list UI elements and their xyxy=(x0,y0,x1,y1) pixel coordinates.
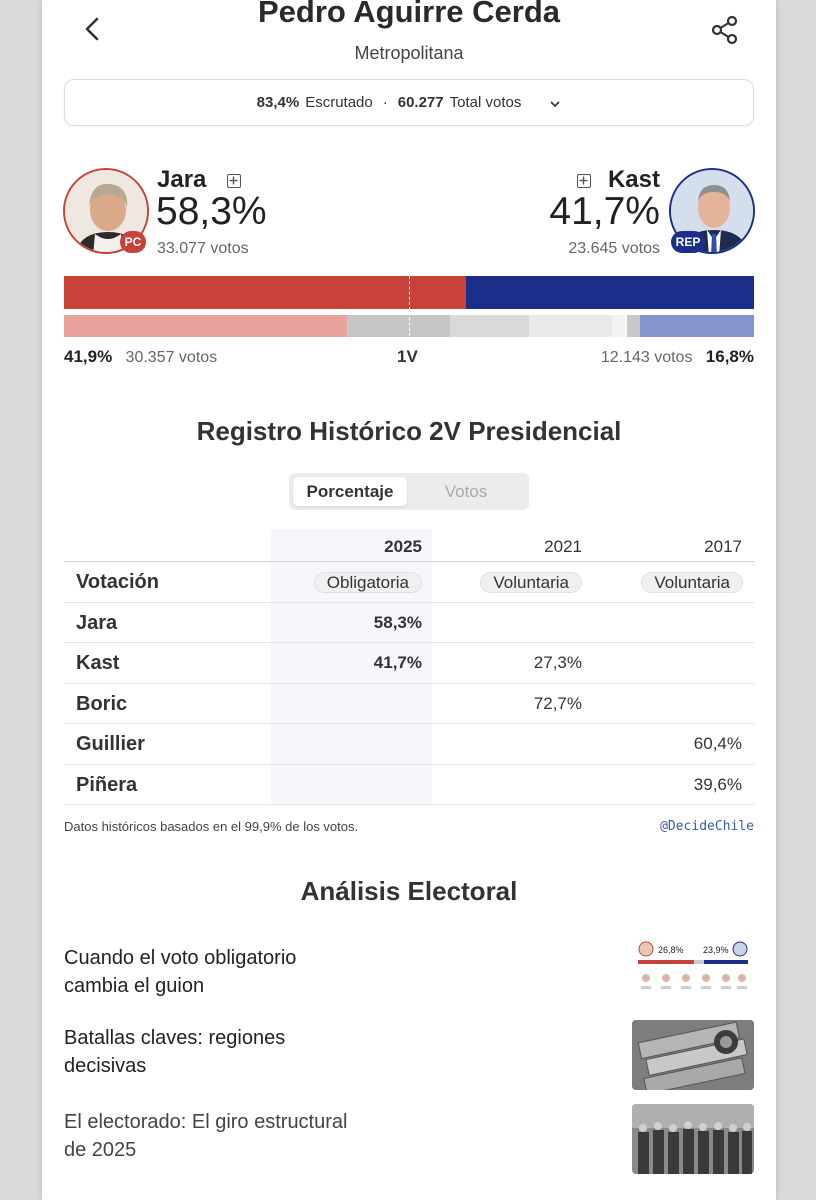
table-row: Guillier 60,4% xyxy=(64,724,754,765)
table-cell: 41,7% xyxy=(373,653,422,672)
table-row-votacion: Votación Obligatoria Voluntaria Voluntar… xyxy=(64,562,754,603)
year-header: 2017 xyxy=(704,537,742,556)
page-subtitle: Metropolitana xyxy=(354,43,464,63)
first-round-left-votes: 30.357 votos xyxy=(125,349,218,366)
first-round-left: 41,9% 30.357 votos xyxy=(64,347,217,367)
row-label: Piñera xyxy=(76,773,138,796)
table-row: Kast 41,7% 27,3% xyxy=(64,643,754,684)
page: Pedro Aguirre Cerda Metropolitana 83,4% … xyxy=(42,0,776,1200)
table-cell: 39,6% xyxy=(693,774,742,794)
expand-plus-icon[interactable] xyxy=(227,174,241,188)
table-cell: 27,3% xyxy=(533,653,582,672)
first-round-segment xyxy=(347,315,451,337)
second-round-bar-right xyxy=(466,276,754,309)
table-row: Piñera 39,6% xyxy=(64,765,754,805)
first-round-segment xyxy=(64,315,348,337)
row-label: Boric xyxy=(76,692,128,715)
table-cell: 60,4% xyxy=(693,734,742,753)
first-round-right-pct: 16,8% xyxy=(705,347,754,366)
year-header: 2025 xyxy=(384,537,422,556)
table-cell: 72,7% xyxy=(533,693,582,713)
candidate-left-votes: 33.077 votos xyxy=(157,240,249,257)
analysis-title: Análisis Electoral xyxy=(300,876,518,906)
scrutinized-label: Escrutado xyxy=(305,94,373,111)
table-header-row: 2025 2021 2017 xyxy=(64,529,754,562)
year-header: 2021 xyxy=(544,537,582,556)
history-footnote: Datos históricos basados en el 99,9% de … xyxy=(64,819,359,834)
first-round-segment xyxy=(640,315,754,337)
row-label: Guillier xyxy=(76,733,145,755)
vote-type-pill: Voluntaria xyxy=(641,572,743,593)
candidate-left-percent: 58,3% xyxy=(156,190,267,233)
party-badge-rep: REP xyxy=(671,231,705,253)
article-title[interactable]: Batallas claves: regiones decisivas xyxy=(64,1024,364,1080)
row-label: Jara xyxy=(76,611,118,634)
candidate-right-votes: 23.645 votos xyxy=(568,240,660,257)
toggle-votes[interactable]: Votos xyxy=(413,477,519,506)
first-round-segment xyxy=(529,315,612,337)
party-badge-pc: PC xyxy=(120,231,146,253)
count-summary-dropdown[interactable]: 83,4% Escrutado · 60.277 Total votos xyxy=(64,79,754,126)
summary-separator: · xyxy=(382,94,388,111)
chevron-down-icon xyxy=(549,97,561,109)
first-round-right: 12.143 votos 16,8% xyxy=(601,347,754,367)
thumb-right-pct: 23,9% xyxy=(703,945,729,955)
second-round-bar-left xyxy=(64,276,467,309)
thumb-left-pct: 26,8% xyxy=(658,945,684,955)
article-item[interactable]: El electorado: El giro estructural de 20… xyxy=(64,1104,754,1174)
banknotes-thumbnail[interactable] xyxy=(632,1020,754,1090)
results-chart-thumbnail[interactable]: 26,8% 23,9% xyxy=(632,940,754,1010)
view-toggle: Porcentaje Votos xyxy=(289,473,529,510)
expand-plus-icon[interactable] xyxy=(577,174,591,188)
vote-type-pill: Voluntaria xyxy=(480,572,582,593)
row-label: Votación xyxy=(76,571,159,593)
table-cell: 58,3% xyxy=(373,612,422,632)
first-round-right-votes: 12.143 votos xyxy=(600,349,693,366)
source-credit-link[interactable]: @DecideChile xyxy=(660,819,754,834)
article-title[interactable]: Cuando el voto obligatorio cambia el gui… xyxy=(64,944,364,1000)
article-title[interactable]: El electorado: El giro estructural de 20… xyxy=(64,1108,364,1164)
toggle-percentage[interactable]: Porcentaje xyxy=(293,477,407,506)
page-title: Pedro Aguirre Cerda xyxy=(257,0,561,29)
first-round-segment xyxy=(626,315,641,337)
share-icon[interactable] xyxy=(709,14,741,46)
scrutinized-percent: 83,4% xyxy=(256,94,300,111)
total-votes-label: Total votos xyxy=(449,94,522,111)
vote-type-pill: Obligatoria xyxy=(313,572,422,593)
candidates-group-thumbnail[interactable] xyxy=(632,1104,754,1174)
table-row: Jara 58,3% xyxy=(64,603,754,643)
majority-line xyxy=(409,271,410,341)
candidate-right-percent: 41,7% xyxy=(549,190,660,233)
history-title: Registro Histórico 2V Presidencial xyxy=(196,416,622,446)
article-item[interactable]: Cuando el voto obligatorio cambia el gui… xyxy=(64,940,754,1010)
article-item[interactable]: Batallas claves: regiones decisivas xyxy=(64,1020,754,1090)
first-round-segment xyxy=(611,315,626,337)
total-votes-value: 60.277 xyxy=(397,94,444,111)
first-round-segment xyxy=(450,315,530,337)
table-row: Boric 72,7% xyxy=(64,684,754,724)
row-label: Kast xyxy=(76,652,120,674)
first-round-left-pct: 41,9% xyxy=(64,347,113,366)
first-round-label: 1V xyxy=(397,347,418,366)
